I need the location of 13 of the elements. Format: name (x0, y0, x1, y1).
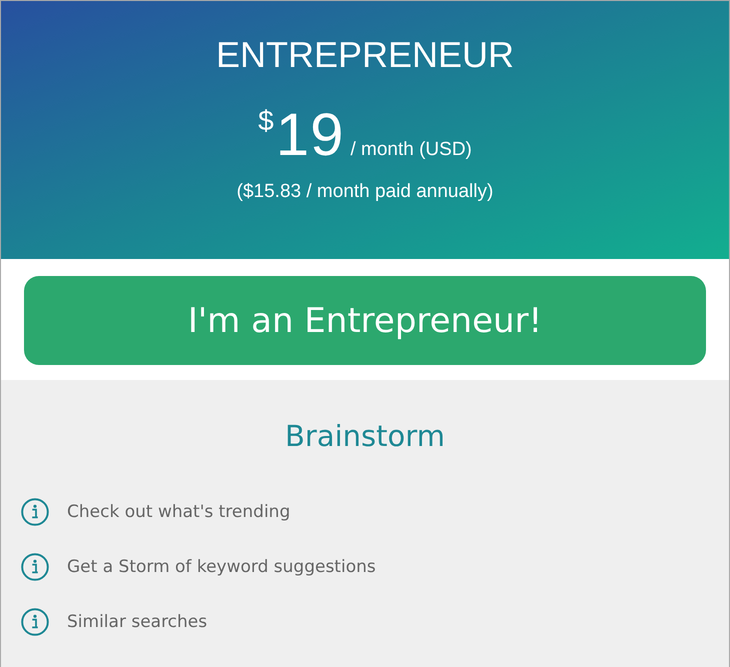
section-title: Brainstorm (284, 418, 446, 455)
info-icon[interactable] (21, 552, 49, 580)
price-amount: 19 (276, 103, 344, 167)
feature-label: Get a Storm of keyword suggestions (67, 556, 376, 576)
price-period: / month (USD) (350, 139, 472, 161)
feature-label: Similar searches (67, 612, 208, 632)
annual-price-note: ($15.83 / month paid annually) (236, 181, 494, 203)
plan-name: ENTREPRENEUR (216, 35, 514, 75)
currency-symbol: $ (258, 105, 274, 137)
info-icon[interactable] (21, 608, 49, 636)
info-icon[interactable] (21, 498, 49, 526)
choose-plan-button[interactable]: I'm an Entrepreneur! (24, 276, 706, 365)
feature-label: Check out what's trending (67, 502, 290, 522)
